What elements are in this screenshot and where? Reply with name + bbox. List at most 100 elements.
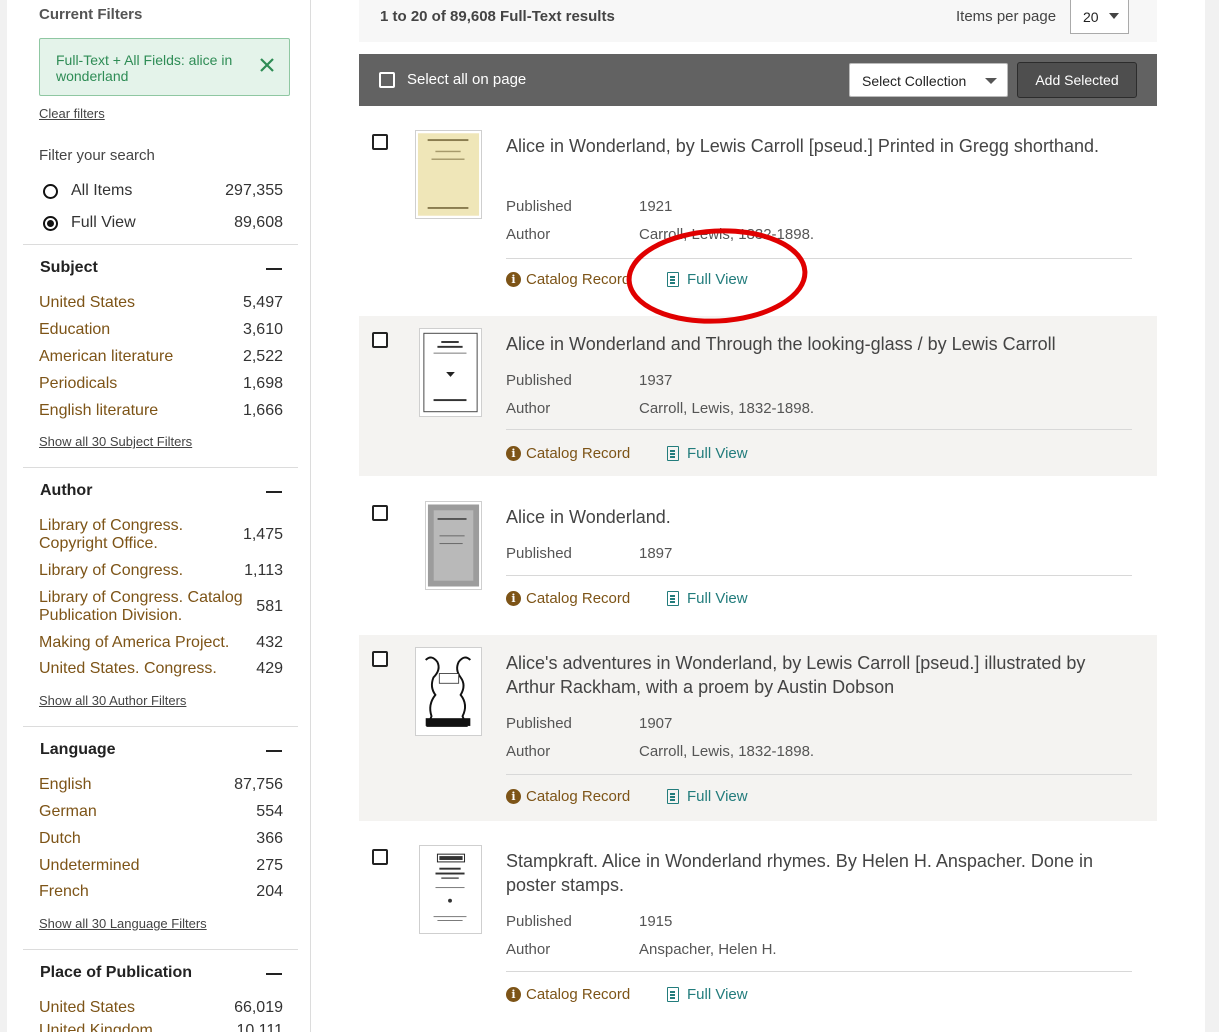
collapse-minus-icon[interactable] (266, 973, 282, 975)
result-item: Stampkraft. Alice in Wonderland rhymes. … (359, 833, 1157, 1032)
select-all-label[interactable]: Select all on page (407, 71, 526, 88)
select-all-checkbox[interactable] (379, 72, 395, 88)
divider (506, 774, 1132, 775)
view-option-all-items[interactable]: All Items 297,355 (39, 181, 283, 203)
book-cover-thumbnail[interactable] (425, 501, 482, 590)
published-label: Published (506, 913, 572, 930)
facet-title-author[interactable]: Author (40, 482, 92, 500)
facet-item-count: 275 (256, 857, 283, 874)
facet-item[interactable]: French 204 (39, 883, 283, 901)
items-per-page-label: Items per page (956, 8, 1057, 25)
book-cover-thumbnail[interactable] (415, 130, 482, 219)
active-filter-chip[interactable]: Full-Text + All Fields: alice in wonderl… (39, 38, 290, 96)
facet-item-count: 87,756 (234, 776, 283, 793)
close-icon[interactable] (259, 57, 275, 73)
facet-item[interactable]: Education 3,610 (39, 321, 283, 339)
facet-item[interactable]: Library of Congress. 1,113 (39, 562, 283, 580)
document-icon (667, 272, 679, 287)
collapse-minus-icon[interactable] (266, 268, 282, 270)
facet-item-label[interactable]: Undetermined (39, 857, 249, 875)
add-selected-button[interactable]: Add Selected (1017, 62, 1137, 98)
book-cover-thumbnail[interactable] (419, 845, 482, 934)
view-option-label: Full View (71, 214, 136, 231)
view-option-count: 89,608 (234, 214, 283, 231)
facet-item[interactable]: United States 5,497 (39, 294, 283, 312)
facet-item[interactable]: Dutch 366 (39, 830, 283, 848)
facet-item-label[interactable]: United Kingdom (39, 1022, 249, 1032)
facet-item-count: 2,522 (242, 348, 283, 365)
facet-item-label[interactable]: English (39, 776, 249, 794)
facet-item-label[interactable]: Dutch (39, 830, 249, 848)
facet-item[interactable]: German 554 (39, 803, 283, 821)
facet-item-label[interactable]: United States. Congress. (39, 660, 249, 678)
clear-filters-link[interactable]: Clear filters (39, 106, 105, 121)
facet-item[interactable]: English literature 1,666 (39, 402, 283, 420)
facet-title-place[interactable]: Place of Publication (40, 964, 192, 982)
facet-item-label[interactable]: United States (39, 294, 249, 312)
book-cover-thumbnail[interactable] (415, 647, 482, 736)
facet-item[interactable]: English 87,756 (39, 776, 283, 794)
result-title[interactable]: Alice in Wonderland, by Lewis Carroll [p… (506, 134, 1136, 158)
facet-item-label[interactable]: Library of Congress. (39, 562, 249, 580)
facet-item[interactable]: Library of Congress. Catalog Publication… (39, 589, 283, 625)
facet-title-language[interactable]: Language (40, 741, 116, 759)
result-checkbox[interactable] (372, 332, 388, 348)
facet-item-label[interactable]: American literature (39, 348, 249, 366)
facet-item-count: 581 (256, 598, 283, 615)
show-all-author-link[interactable]: Show all 30 Author Filters (39, 693, 186, 708)
result-checkbox[interactable] (372, 849, 388, 865)
facet-item[interactable]: American literature 2,522 (39, 348, 283, 366)
collapse-minus-icon[interactable] (266, 750, 282, 752)
result-title[interactable]: Stampkraft. Alice in Wonderland rhymes. … (506, 849, 1136, 897)
facet-item-label[interactable]: Library of Congress. Copyright Office. (39, 517, 249, 553)
facet-item[interactable]: Making of America Project. 432 (39, 634, 283, 652)
result-title[interactable]: Alice in Wonderland and Through the look… (506, 332, 1136, 356)
published-value: 1907 (639, 715, 673, 732)
facet-item-label[interactable]: Education (39, 321, 249, 339)
author-value: Carroll, Lewis, 1832-1898. (639, 743, 815, 760)
facet-item-label[interactable]: French (39, 883, 249, 901)
result-checkbox[interactable] (372, 505, 388, 521)
facet-item-count: 5,497 (242, 294, 283, 311)
facet-item[interactable]: Periodicals 1,698 (39, 375, 283, 393)
collapse-minus-icon[interactable] (266, 491, 282, 493)
divider (23, 467, 298, 468)
facet-title-subject[interactable]: Subject (40, 259, 98, 277)
info-icon: i (506, 272, 521, 287)
facet-item-label[interactable]: Periodicals (39, 375, 249, 393)
result-title[interactable]: Alice in Wonderland. (506, 505, 1136, 529)
facet-item-count: 10,111 (236, 1022, 283, 1032)
facet-item-count: 1,666 (242, 402, 283, 419)
facet-item-label[interactable]: English literature (39, 402, 249, 420)
author-value: Carroll, Lewis, 1832-1898. (639, 226, 815, 243)
view-option-full-view[interactable]: Full View 89,608 (39, 213, 283, 235)
facet-item-label[interactable]: German (39, 803, 249, 821)
result-checkbox[interactable] (372, 651, 388, 667)
facet-item-label[interactable]: Library of Congress. Catalog Publication… (39, 589, 249, 625)
author-label: Author (506, 400, 551, 417)
facet-item[interactable]: United Kingdom 10,111 (39, 1022, 283, 1032)
show-all-language-link[interactable]: Show all 30 Language Filters (39, 916, 207, 931)
divider (506, 258, 1132, 259)
facet-item-label[interactable]: United States (39, 999, 249, 1017)
show-all-subject-link[interactable]: Show all 30 Subject Filters (39, 434, 192, 449)
caret-down-icon (1109, 13, 1119, 19)
radio-button-selected[interactable] (43, 216, 58, 231)
facet-item-label[interactable]: Making of America Project. (39, 634, 249, 652)
facet-item[interactable]: United States. Congress. 429 (39, 660, 283, 678)
radio-button[interactable] (43, 184, 58, 199)
result-title[interactable]: Alice's adventures in Wonderland, by Lew… (506, 651, 1136, 699)
published-label: Published (506, 545, 572, 562)
published-value: 1897 (639, 545, 673, 562)
result-checkbox[interactable] (372, 134, 388, 150)
book-cover-thumbnail[interactable] (419, 328, 482, 417)
facet-item[interactable]: Undetermined 275 (39, 857, 283, 875)
document-icon (667, 789, 679, 804)
facet-item[interactable]: Library of Congress. Copyright Office. 1,… (39, 517, 283, 553)
catalog-record-label: Catalog Record (526, 271, 631, 288)
select-collection-dropdown[interactable]: Select Collection (849, 63, 1008, 97)
document-icon (667, 591, 679, 606)
items-per-page-select[interactable]: 20 (1070, 0, 1129, 34)
facet-item[interactable]: United States 66,019 (39, 999, 283, 1017)
info-icon: i (506, 987, 521, 1002)
